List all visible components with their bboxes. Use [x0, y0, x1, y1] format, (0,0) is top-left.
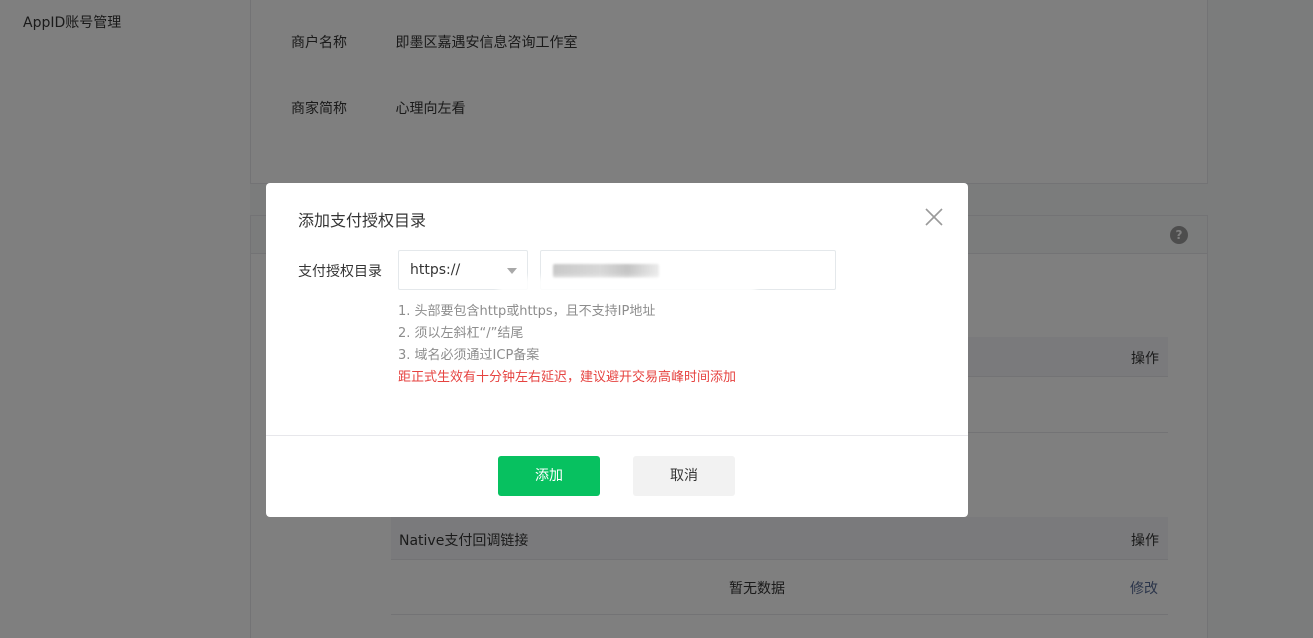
protocol-select-value: https:// [410, 262, 461, 278]
dialog-divider [266, 435, 968, 436]
tip-item: 3. 域名必须通过ICP备案 [398, 348, 540, 363]
redacted-url-fade [498, 277, 756, 299]
add-button[interactable]: 添加 [498, 456, 600, 496]
auth-dir-label: 支付授权目录 [298, 264, 382, 280]
warning-text: 距正式生效有十分钟左右延迟，建议避开交易高峰时间添加 [398, 370, 737, 385]
tip-item: 1. 头部要包含http或https，且不支持IP地址 [398, 304, 656, 319]
redacted-url-mask [553, 264, 659, 278]
caret-down-icon [507, 268, 517, 274]
close-icon[interactable] [924, 207, 944, 227]
add-auth-dir-dialog: 添加支付授权目录 支付授权目录 https:// 1. 头部要包含http或ht… [266, 183, 968, 517]
cancel-button[interactable]: 取消 [633, 456, 735, 496]
tip-item: 2. 须以左斜杠“/”结尾 [398, 326, 524, 341]
dialog-title: 添加支付授权目录 [298, 211, 427, 230]
tips-list: 1. 头部要包含http或https，且不支持IP地址 2. 须以左斜杠“/”结… [398, 301, 736, 389]
